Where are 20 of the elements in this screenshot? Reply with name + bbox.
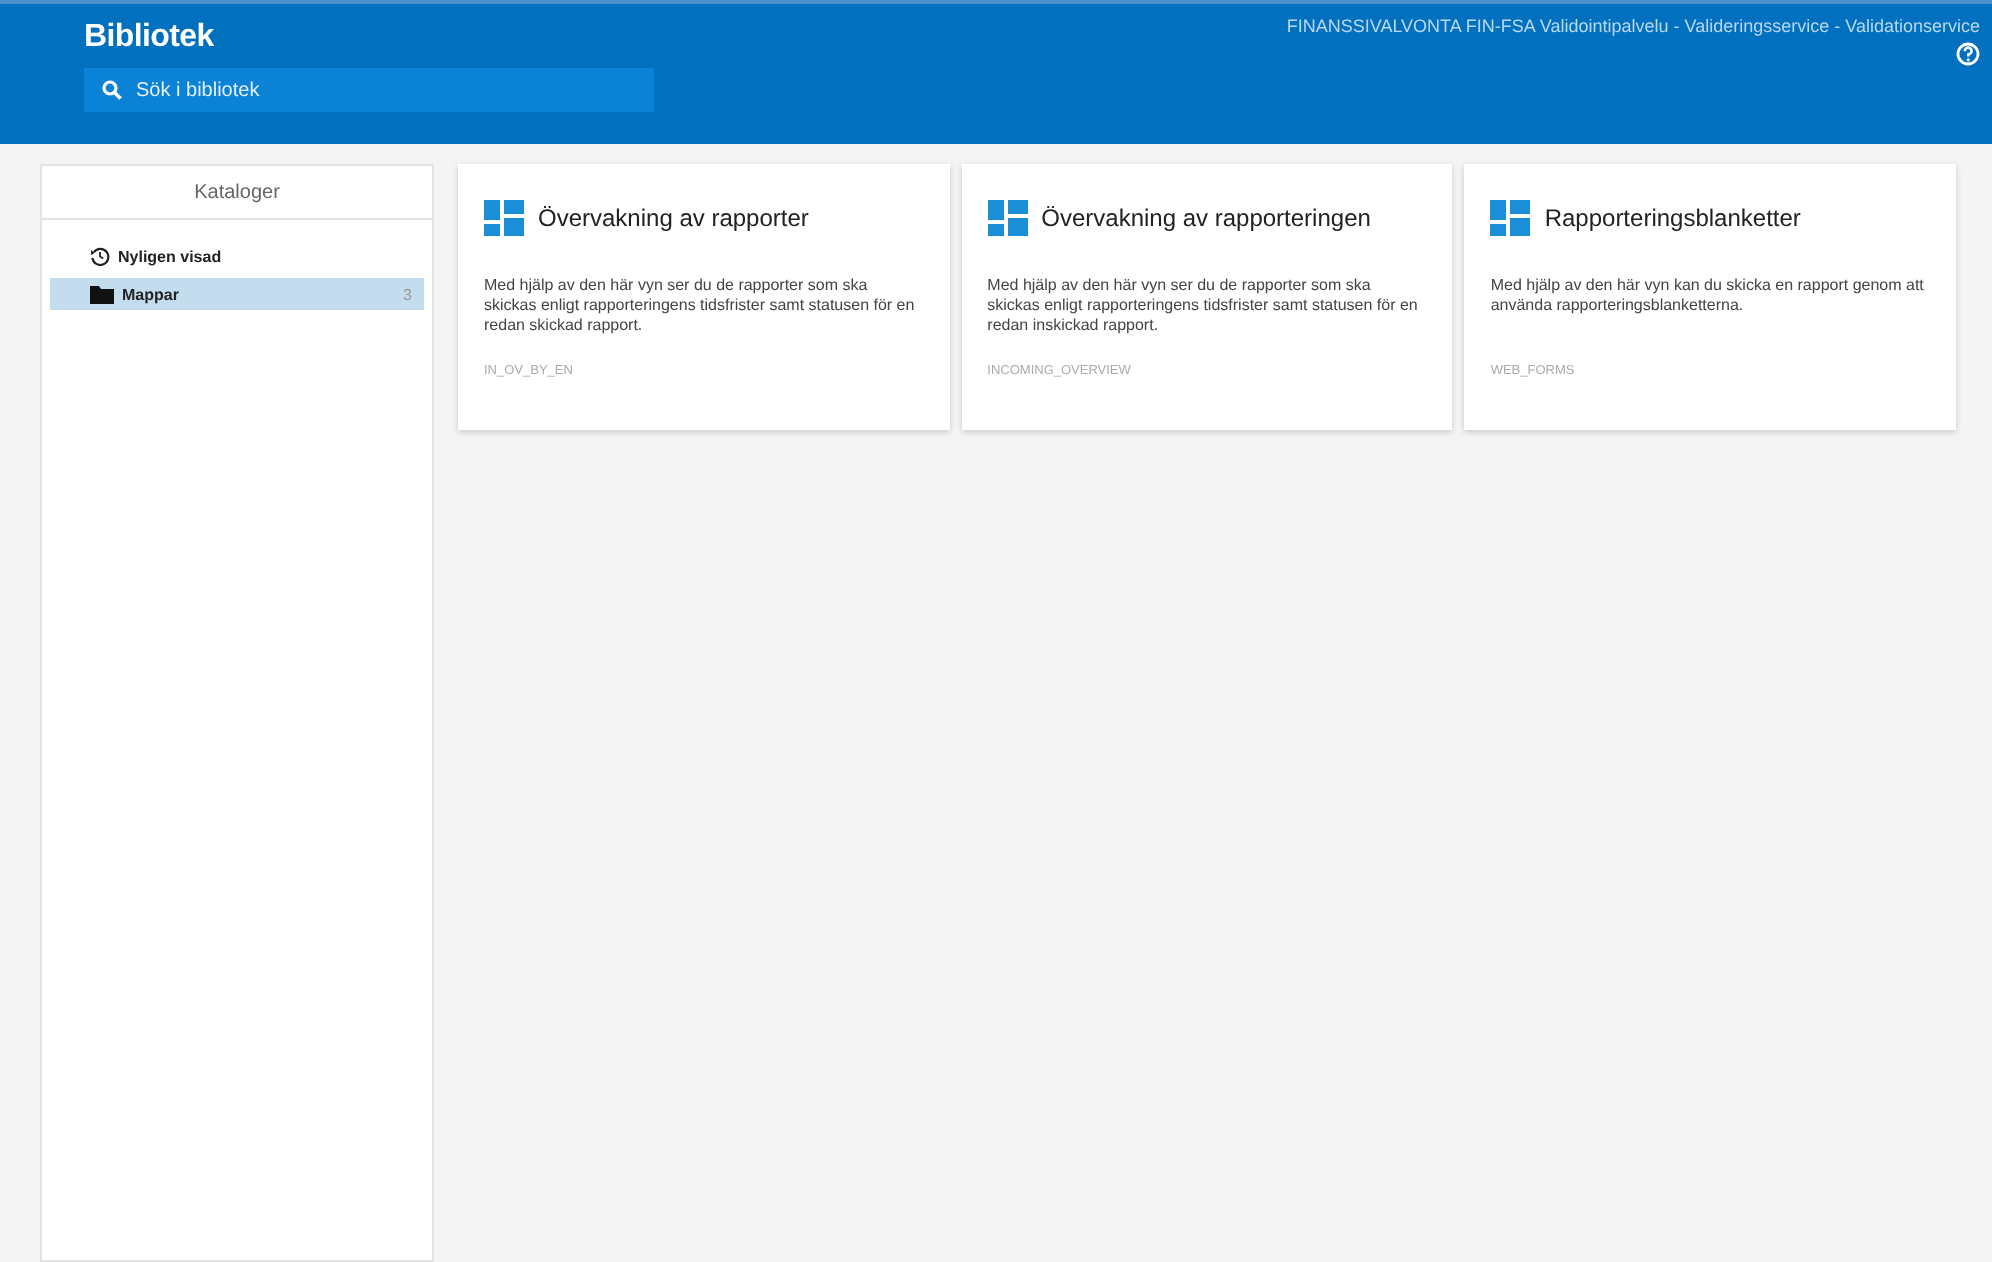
help-icon[interactable] (1956, 42, 1980, 66)
folder-icon (90, 285, 114, 303)
sidebar-item[interactable]: Nyligen visad (50, 240, 424, 272)
card-description: Med hjälp av den här vyn kan du skicka en rapport genom att använda rapporteringsblanketterna. (1490, 276, 1926, 318)
item-count: 3 (403, 285, 412, 303)
card-description: Med hjälp av den här vyn ser du de rapporter som ska skickas enligt rapporteringens tidsfrister samt statusen för en redan skickad rapport. (484, 276, 917, 338)
sidebar-item[interactable]: Mappar 3 (50, 278, 424, 310)
tiles-icon (1490, 200, 1531, 236)
search-field[interactable]: Sök i bibliotek (84, 68, 654, 112)
page-title: Bibliotek (84, 20, 216, 56)
card-description: Med hjälp av den här vyn ser du de rapporter som ska skickas enligt rapporteringens tidsfrister samt statusen för en redan inskickad rapport. (987, 276, 1420, 338)
tiles-icon (484, 200, 524, 236)
service-name: FINANSSIVALVONTA FIN-FSA Validointipalvelu - Valideringsservice - Validationservice (1286, 16, 1980, 36)
tiles-icon (987, 200, 1028, 236)
search-icon (102, 80, 122, 100)
sidebar-title: Kataloger (194, 181, 280, 203)
history-icon (90, 246, 110, 266)
card-title: Övervakning av rapporteringen (1041, 204, 1371, 232)
card-title: Rapporteringsblanketter (1544, 204, 1801, 232)
card-title: Övervakning av rapporter (538, 204, 809, 232)
